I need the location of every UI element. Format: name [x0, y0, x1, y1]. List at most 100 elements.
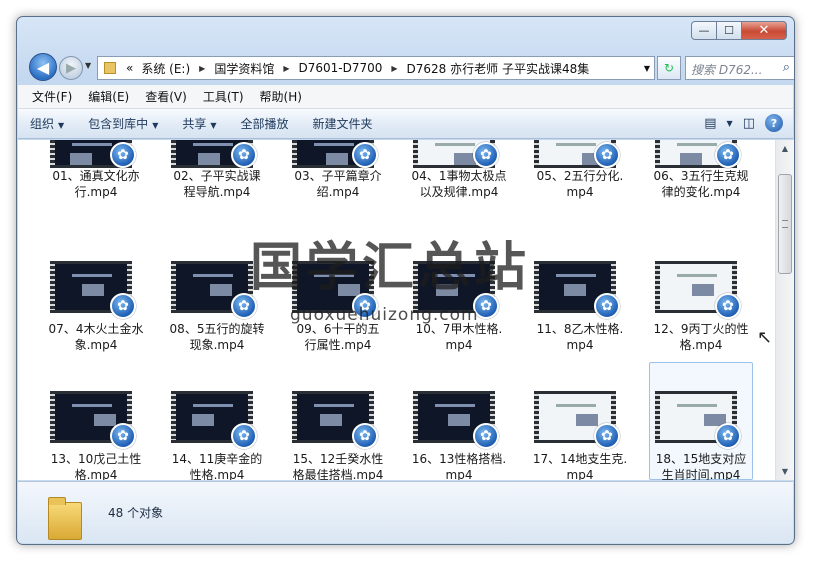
vertical-scrollbar[interactable]: ▲ ▼: [775, 140, 794, 480]
media-player-icon: ✿: [352, 293, 378, 319]
media-player-icon: ✿: [594, 293, 620, 319]
file-item[interactable]: ✿ 04、1事物太极点 以及规律.mp4: [399, 140, 506, 254]
media-player-icon: ✿: [231, 142, 257, 168]
file-name: 16、13性格搭档. mp4: [399, 451, 519, 480]
scroll-thumb[interactable]: [778, 174, 792, 274]
search-icon[interactable]: ⌕: [783, 60, 790, 75]
file-name-line1: 17、14地支生克.: [532, 452, 628, 466]
file-item[interactable]: ✿ 10、7甲木性格. mp4: [399, 250, 502, 374]
breadcrumb-chevron-icon[interactable]: ▶: [386, 64, 402, 73]
file-name: 04、1事物太极点 以及规律.mp4: [399, 168, 519, 200]
breadcrumb-chevron-icon[interactable]: ▶: [194, 64, 210, 73]
menu-edit[interactable]: 编辑(E): [88, 88, 129, 105]
file-name: 17、14地支生克. mp4: [520, 451, 640, 480]
menu-help[interactable]: 帮助(H): [260, 88, 302, 105]
history-dropdown-icon[interactable]: ▼: [85, 61, 91, 70]
file-item[interactable]: ✿ 09、6十干的五 行属性.mp4: [278, 250, 379, 374]
minimize-icon[interactable]: —: [691, 21, 717, 40]
file-name-line1: 09、6十干的五: [296, 322, 380, 336]
menu-file[interactable]: 文件(F): [32, 88, 72, 105]
media-player-icon: ✿: [473, 142, 499, 168]
media-player-icon: ✿: [473, 293, 499, 319]
menu-view[interactable]: 查看(V): [145, 88, 187, 105]
breadcrumb-current[interactable]: D7628 亦行老师 子平实战课48集: [403, 60, 594, 77]
file-item[interactable]: ✿ 07、4木火土金水 象.mp4: [36, 250, 143, 374]
file-item[interactable]: ✿ 18、15地支对应 生肖时间.mp4: [641, 380, 746, 480]
refresh-button[interactable]: ↻: [657, 56, 681, 80]
file-name: 15、12壬癸水性 格最佳搭档.mp4: [278, 451, 398, 480]
search-input[interactable]: 搜索 D762... ⌕: [685, 56, 794, 80]
media-player-icon: ✿: [231, 293, 257, 319]
file-name-line2: mp4: [566, 338, 594, 352]
menu-tools[interactable]: 工具(T): [203, 88, 244, 105]
help-icon[interactable]: ?: [765, 114, 783, 132]
back-button[interactable]: ◀: [29, 53, 57, 81]
view-controls: ▤ ▼ ◫ ?: [694, 114, 783, 132]
file-name-line2: 以及规律.mp4: [419, 185, 499, 199]
media-player-icon: ✿: [352, 423, 378, 449]
file-item[interactable]: ✿ 16、13性格搭档. mp4: [399, 380, 506, 480]
close-icon[interactable]: ✕: [742, 21, 787, 40]
file-item[interactable]: ✿ 13、10戊己土性 格.mp4: [36, 380, 141, 480]
scroll-up-icon[interactable]: ▲: [776, 140, 794, 157]
file-name-line1: 10、7甲木性格.: [415, 322, 503, 336]
file-name-line2: 生肖时间.mp4: [661, 468, 741, 480]
organize-label: 组织: [30, 117, 55, 131]
file-item[interactable]: ✿ 17、14地支生克. mp4: [520, 380, 627, 480]
file-name-line2: mp4: [566, 185, 594, 199]
breadcrumb-range[interactable]: D7601-D7700: [294, 61, 386, 75]
include-label: 包含到库中: [88, 117, 149, 131]
breadcrumb-drive[interactable]: 系统 (E:): [137, 60, 194, 77]
include-library-button[interactable]: 包含到库中 ▼: [76, 115, 170, 132]
media-player-icon: ✿: [110, 142, 136, 168]
file-name-line2: mp4: [566, 468, 594, 480]
media-player-icon: ✿: [231, 423, 257, 449]
address-dropdown-icon[interactable]: ▼: [644, 64, 650, 73]
breadcrumb-chevron-icon[interactable]: ▶: [278, 64, 294, 73]
menu-bar: 文件(F) 编辑(E) 查看(V) 工具(T) 帮助(H): [18, 85, 793, 109]
explorer-window: — ☐ ✕ ◀ ▶ ▼ « 系统 (E:) ▶ 国学资料馆 ▶ D7601-D7…: [16, 16, 795, 545]
file-item[interactable]: ✿ 15、12壬癸水性 格最佳搭档.mp4: [278, 380, 383, 480]
file-name-line1: 16、13性格搭档.: [411, 452, 507, 466]
file-name-line2: 格.mp4: [679, 338, 723, 352]
organize-button[interactable]: 组织 ▼: [18, 115, 76, 132]
new-folder-button[interactable]: 新建文件夹: [301, 115, 385, 132]
chevron-down-icon: ▼: [210, 121, 217, 130]
file-name-line2: 现象.mp4: [189, 338, 245, 352]
scroll-down-icon[interactable]: ▼: [776, 463, 794, 480]
chevron-down-icon[interactable]: ▼: [727, 119, 733, 128]
file-item[interactable]: ✿ 08、5五行的旋转 现象.mp4: [157, 250, 264, 374]
address-bar[interactable]: « 系统 (E:) ▶ 国学资料馆 ▶ D7601-D7700 ▶ D7628 …: [97, 56, 655, 80]
file-name: 06、3五行生克规 律的变化.mp4: [641, 168, 761, 200]
breadcrumb-overflow[interactable]: «: [122, 61, 137, 75]
preview-pane-icon[interactable]: ◫: [743, 116, 755, 131]
forward-button[interactable]: ▶: [59, 56, 83, 80]
view-options-icon[interactable]: ▤: [704, 116, 716, 131]
file-item[interactable]: ✿ 05、2五行分化. mp4: [520, 140, 623, 254]
file-name: 03、子平篇章介 绍.mp4: [278, 168, 398, 200]
file-item[interactable]: ✿ 06、3五行生克规 律的变化.mp4: [641, 140, 748, 254]
maximize-icon[interactable]: ☐: [717, 21, 742, 40]
file-item[interactable]: ✿ 01、通真文化亦 行.mp4: [36, 140, 140, 254]
file-name: 07、4木火土金水 象.mp4: [36, 321, 156, 353]
file-name: 01、通真文化亦 行.mp4: [36, 168, 156, 200]
file-item[interactable]: ✿ 12、9丙丁火的性 格.mp4: [641, 250, 748, 374]
media-player-icon: ✿: [715, 423, 741, 449]
file-item[interactable]: ✿ 14、11庚辛金的 性格.mp4: [157, 380, 262, 480]
file-name: 14、11庚辛金的 性格.mp4: [157, 451, 277, 480]
share-button[interactable]: 共享 ▼: [170, 115, 228, 132]
play-all-button[interactable]: 全部播放: [229, 115, 301, 132]
file-name-line1: 12、9丙丁火的性: [653, 322, 749, 336]
search-placeholder: 搜索 D762...: [691, 63, 763, 77]
file-item[interactable]: ✿ 03、子平篇章介 绍.mp4: [278, 140, 382, 254]
breadcrumb-guoxue[interactable]: 国学资料馆: [210, 60, 278, 77]
navigation-row: ◀ ▶ ▼ « 系统 (E:) ▶ 国学资料馆 ▶ D7601-D7700 ▶ …: [27, 53, 794, 81]
media-player-icon: ✿: [715, 142, 741, 168]
file-name-line1: 02、子平实战课: [173, 169, 261, 183]
mouse-cursor-icon: ↖: [757, 327, 773, 348]
file-name-line2: 行属性.mp4: [304, 338, 372, 352]
media-player-icon: ✿: [110, 423, 136, 449]
file-item[interactable]: ✿ 11、8乙木性格. mp4: [520, 250, 623, 374]
file-item[interactable]: ✿ 02、子平实战课 程导航.mp4: [157, 140, 261, 254]
file-name: 12、9丙丁火的性 格.mp4: [641, 321, 761, 353]
